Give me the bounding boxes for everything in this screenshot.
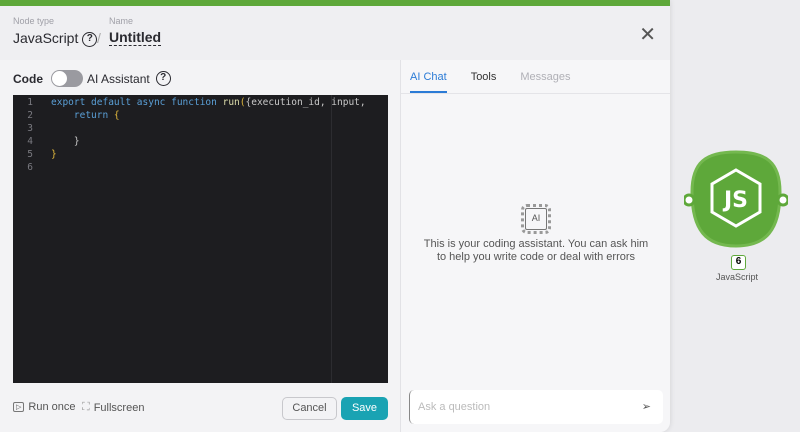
- code-panel: Code AI Assistant ? 1 export default asyn…: [0, 60, 400, 432]
- name-label: Name: [109, 16, 134, 26]
- save-button[interactable]: Save: [341, 397, 388, 420]
- code-token: }: [51, 136, 80, 147]
- code-text: return {: [51, 109, 120, 122]
- node-label: JavaScript: [715, 272, 759, 282]
- code-text: }: [51, 148, 57, 161]
- code-token: {: [113, 110, 120, 121]
- assistant-panel: AI Chat Tools Messages AI This is your c…: [400, 60, 670, 432]
- minimap-divider: [331, 95, 332, 383]
- ai-assistant-label: AI Assistant: [87, 71, 150, 86]
- svg-text:JS: JS: [722, 188, 748, 213]
- fullscreen-icon: ⛶: [82, 401, 90, 413]
- help-icon[interactable]: ?: [155, 71, 171, 86]
- run-once-label: Run once: [28, 401, 76, 413]
- line-number: 1: [27, 97, 33, 108]
- chat-input[interactable]: Ask a question ➢: [409, 390, 663, 424]
- tab-tools[interactable]: Tools: [471, 60, 497, 93]
- editor-footer: ▷ Run once ⛶ Fullscreen Cancel Save: [0, 383, 400, 432]
- code-token: export default async function: [51, 97, 223, 108]
- line-number: 5: [27, 149, 33, 160]
- run-once-button[interactable]: ▷ Run once: [13, 401, 75, 413]
- chat-input-placeholder: Ask a question: [418, 401, 491, 413]
- line-number: 3: [27, 123, 33, 134]
- fullscreen-label: Fullscreen: [93, 401, 145, 414]
- code-label: Code: [13, 71, 43, 86]
- line-number: 2: [27, 110, 33, 121]
- node-editor-modal: Node type JavaScript? / Name Untitled ✕ …: [0, 0, 670, 432]
- chat-empty-text: This is your coding assistant. You can a…: [423, 238, 649, 263]
- tab-ai-chat[interactable]: AI Chat: [410, 60, 447, 93]
- fullscreen-button[interactable]: ⛶ Fullscreen: [82, 401, 144, 414]
- node-type-value: JavaScript?: [13, 30, 98, 47]
- code-text: export default async function run({execu…: [51, 96, 366, 109]
- output-port[interactable]: [776, 193, 788, 207]
- javascript-node[interactable]: JS: [684, 148, 788, 252]
- tab-bar: AI Chat Tools Messages: [401, 60, 670, 94]
- code-token: return: [51, 110, 114, 121]
- play-icon: ▷: [13, 402, 25, 412]
- code-token: {execution_id, input,: [245, 97, 366, 108]
- close-icon[interactable]: ✕: [639, 22, 656, 47]
- header-separator: /: [97, 30, 101, 46]
- node-type-text: JavaScript: [13, 30, 79, 46]
- chat-empty-state: AI This is your coding assistant. You ca…: [401, 204, 670, 264]
- send-icon[interactable]: ➢: [642, 390, 651, 424]
- node-type-label: Node type: [13, 16, 55, 26]
- code-text: }: [51, 135, 80, 148]
- help-icon[interactable]: ?: [82, 31, 98, 47]
- input-port[interactable]: [684, 193, 696, 207]
- line-number: 4: [27, 136, 33, 147]
- name-field[interactable]: Untitled: [109, 30, 162, 46]
- code-token: run: [222, 97, 240, 108]
- node-badge: 6: [731, 255, 746, 270]
- ai-assistant-toggle[interactable]: [51, 70, 83, 87]
- code-toolbar: Code AI Assistant ?: [13, 70, 171, 87]
- modal-header: Node type JavaScript? / Name Untitled ✕: [0, 6, 670, 60]
- code-editor[interactable]: 1 export default async function run({exec…: [13, 95, 388, 383]
- cancel-button[interactable]: Cancel: [282, 397, 337, 420]
- tab-messages[interactable]: Messages: [520, 60, 570, 93]
- line-number: 6: [27, 162, 33, 173]
- code-token: }: [51, 149, 57, 160]
- ai-chip-icon: AI: [521, 204, 551, 234]
